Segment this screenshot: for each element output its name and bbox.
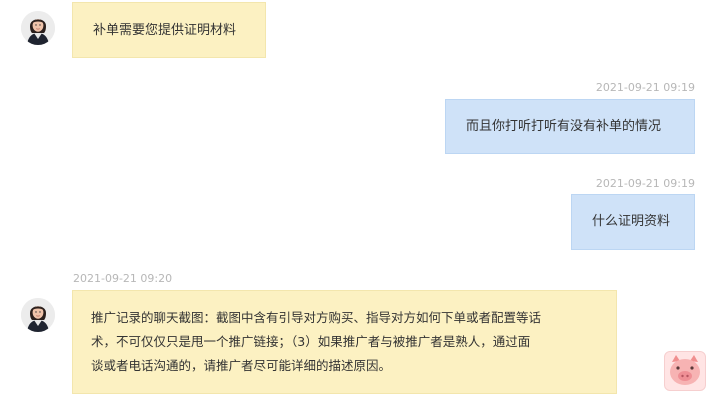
message-timestamp: 2021-09-21 09:19 xyxy=(595,81,695,94)
agent-avatar-icon xyxy=(21,11,55,45)
user-message-text: 而且你打听打听有没有补单的情况 xyxy=(466,119,662,134)
agent-avatar xyxy=(21,298,55,332)
agent-message-line: 推广记录的聊天截图：截图中含有引导对方购买、指导对方如何下单或者配置等话 xyxy=(91,310,542,325)
agent-message-bubble: 补单需要您提供证明材料 xyxy=(72,2,266,58)
user-message-bubble: 什么证明资料 xyxy=(571,194,695,250)
message-timestamp: 2021-09-21 09:19 xyxy=(595,177,695,190)
agent-avatar-icon xyxy=(21,298,55,332)
agent-message-line: 谈或者电话沟通的，请推广者尽可能详细的描述原因。 xyxy=(91,358,392,373)
user-message-bubble: 而且你打听打听有没有补单的情况 xyxy=(445,99,695,154)
agent-message-line: 术，不可仅仅只是甩一个推广链接；（3）如果推广者与被推广者是熟人，通过面 xyxy=(91,334,531,349)
user-message-text: 什么证明资料 xyxy=(592,214,671,229)
agent-message-bubble: 推广记录的聊天截图：截图中含有引导对方购买、指导对方如何下单或者配置等话 术，不… xyxy=(72,290,617,394)
agent-avatar xyxy=(21,11,55,45)
pig-mascot-icon xyxy=(670,355,700,385)
message-timestamp: 2021-09-21 09:20 xyxy=(73,272,173,285)
agent-message-text: 补单需要您提供证明材料 xyxy=(93,23,237,38)
floating-assistant-button[interactable] xyxy=(664,351,706,391)
